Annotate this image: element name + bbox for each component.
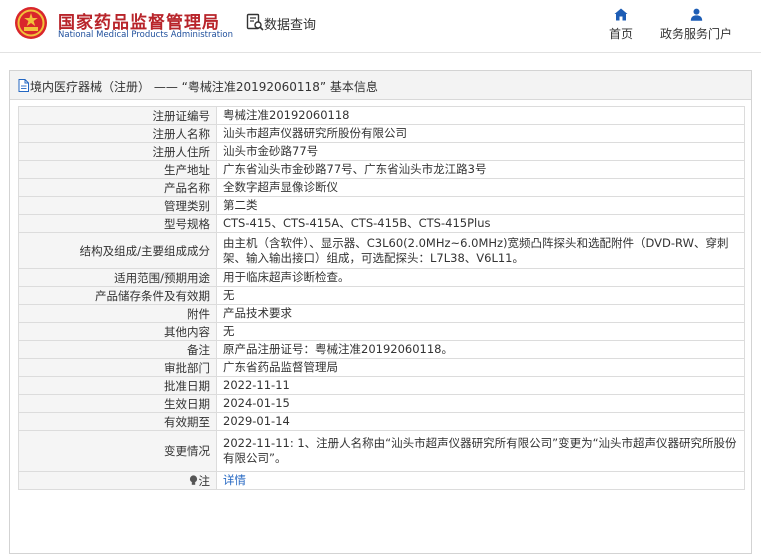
row-value: 原产品注册证号：粤械注准20192060118。 [216,340,745,359]
row-value: 汕头市金砂路77号 [216,142,745,161]
lightbulb-icon [189,474,197,485]
table-row: 产品名称 全数字超声显像诊断仪 [18,178,745,197]
data-search-link[interactable]: 数据查询 [264,14,316,33]
home-icon [614,8,628,21]
row-label: 产品名称 [18,178,217,197]
nav-home[interactable]: 首页 [606,8,636,42]
row-label: 审批部门 [18,358,217,377]
row-label: 注 [198,473,211,488]
row-value: CTS-415、CTS-415A、CTS-415B、CTS-415Plus [216,214,745,233]
nav-home-label: 首页 [608,27,633,41]
logo-title-en[interactable]: National Medical Products Administration [58,30,233,40]
basic-info-panel: 境内医疗器械（注册） —— “粤械注准20192060118” 基本信息 注册证… [9,70,752,554]
row-value: 广东省药品监督管理局 [216,358,745,377]
panel-title-bar: 境内医疗器械（注册） —— “粤械注准20192060118” 基本信息 [10,71,751,100]
table-row: 备注 原产品注册证号：粤械注准20192060118。 [18,340,745,359]
row-value: 2022-11-11: 1、注册人名称由“汕头市超声仪器研究所有限公司”变更为“… [216,430,745,472]
row-value: 2022-11-11 [216,376,745,395]
row-value: 无 [216,286,745,305]
row-value: 由主机（含软件）、显示器、C3L60(2.0MHz~6.0MHz)宽频凸阵探头和… [216,232,745,269]
table-row: 有效期至 2029-01-14 [18,412,745,431]
row-value: 2029-01-14 [216,412,745,431]
table-row: 注册人住所 汕头市金砂路77号 [18,142,745,161]
table-row: 注 详情 [18,471,745,490]
row-value: 汕头市超声仪器研究所股份有限公司 [216,124,745,143]
row-value-cell: 详情 [216,471,745,490]
table-row: 批准日期 2022-11-11 [18,376,745,395]
row-label: 变更情况 [18,430,217,472]
national-emblem-icon [15,7,47,39]
table-row: 附件 产品技术要求 [18,304,745,323]
nav-service-portal-label: 政务服务门户 [659,27,732,41]
row-label: 批准日期 [18,376,217,395]
row-value: 粤械注准20192060118 [216,106,745,125]
row-label: 有效期至 [18,412,217,431]
row-label: 适用范围/预期用途 [18,268,217,287]
table-row: 适用范围/预期用途 用于临床超声诊断检查。 [18,268,745,287]
row-label: 附件 [18,304,217,323]
row-label: 结构及组成/主要组成成分 [18,232,217,269]
row-label: 生产地址 [18,160,217,179]
row-label: 生效日期 [18,394,217,413]
table-row: 结构及组成/主要组成成分 由主机（含软件）、显示器、C3L60(2.0MHz~6… [18,232,745,269]
row-label: 注册人名称 [18,124,217,143]
document-icon [18,79,29,92]
table-row: 变更情况 2022-11-11: 1、注册人名称由“汕头市超声仪器研究所有限公司… [18,430,745,472]
row-label: 管理类别 [18,196,217,215]
row-value: 全数字超声显像诊断仪 [216,178,745,197]
table-row: 生效日期 2024-01-15 [18,394,745,413]
header-divider [0,52,761,53]
table-row: 其他内容 无 [18,322,745,341]
table-row: 管理类别 第二类 [18,196,745,215]
table-row: 产品储存条件及有效期 无 [18,286,745,305]
details-link[interactable]: 详情 [223,473,246,487]
row-value: 产品技术要求 [216,304,745,323]
row-value: 无 [216,322,745,341]
table-row: 型号规格 CTS-415、CTS-415A、CTS-415B、CTS-415Pl… [18,214,745,233]
row-value: 广东省汕头市金砂路77号、广东省汕头市龙江路3号 [216,160,745,179]
user-icon [690,8,702,21]
table-row: 注册人名称 汕头市超声仪器研究所股份有限公司 [18,124,745,143]
table-row: 生产地址 广东省汕头市金砂路77号、广东省汕头市龙江路3号 [18,160,745,179]
table-row: 审批部门 广东省药品监督管理局 [18,358,745,377]
row-label: 产品储存条件及有效期 [18,286,217,305]
note-label-cell: 注 [18,471,217,490]
info-table: 注册证编号 粤械注准20192060118 注册人名称 汕头市超声仪器研究所股份… [18,106,745,490]
row-label: 其他内容 [18,322,217,341]
nav-service-portal[interactable]: 政务服务门户 [656,8,736,42]
row-value: 第二类 [216,196,745,215]
row-label: 注册人住所 [18,142,217,161]
data-search-icon[interactable] [246,13,264,31]
panel-title: 境内医疗器械（注册） —— “粤械注准20192060118” 基本信息 [30,80,378,94]
table-row: 注册证编号 粤械注准20192060118 [18,106,745,125]
row-value: 2024-01-15 [216,394,745,413]
row-value: 用于临床超声诊断检查。 [216,268,745,287]
row-label: 型号规格 [18,214,217,233]
row-label: 备注 [18,340,217,359]
site-header: 国家药品监督管理局 National Medical Products Admi… [0,0,761,53]
row-label: 注册证编号 [18,106,217,125]
